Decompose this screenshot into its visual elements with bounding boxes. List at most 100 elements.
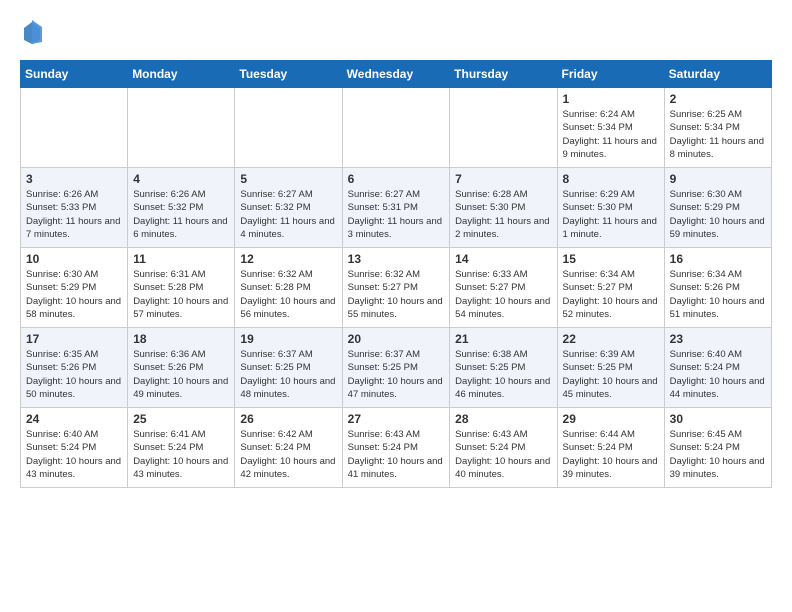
day-number: 3 <box>26 172 122 186</box>
col-header-thursday: Thursday <box>450 61 557 88</box>
calendar-cell <box>235 88 342 168</box>
day-detail: Sunrise: 6:33 AM Sunset: 5:27 PM Dayligh… <box>455 268 551 321</box>
day-number: 1 <box>563 92 659 106</box>
calendar-cell: 1 Sunrise: 6:24 AM Sunset: 5:34 PM Daylig… <box>557 88 664 168</box>
day-number: 6 <box>348 172 445 186</box>
day-detail: Sunrise: 6:32 AM Sunset: 5:27 PM Dayligh… <box>348 268 445 321</box>
col-header-tuesday: Tuesday <box>235 61 342 88</box>
day-detail: Sunrise: 6:36 AM Sunset: 5:26 PM Dayligh… <box>133 348 229 401</box>
calendar-cell: 16 Sunrise: 6:34 AM Sunset: 5:26 PM Dayli… <box>664 248 771 328</box>
day-detail: Sunrise: 6:37 AM Sunset: 5:25 PM Dayligh… <box>240 348 336 401</box>
day-number: 29 <box>563 412 659 426</box>
day-number: 16 <box>670 252 766 266</box>
calendar-week-row: 1 Sunrise: 6:24 AM Sunset: 5:34 PM Daylig… <box>21 88 772 168</box>
calendar-cell: 7 Sunrise: 6:28 AM Sunset: 5:30 PM Daylig… <box>450 168 557 248</box>
day-detail: Sunrise: 6:39 AM Sunset: 5:25 PM Dayligh… <box>563 348 659 401</box>
day-detail: Sunrise: 6:40 AM Sunset: 5:24 PM Dayligh… <box>26 428 122 481</box>
day-number: 13 <box>348 252 445 266</box>
col-header-friday: Friday <box>557 61 664 88</box>
day-number: 7 <box>455 172 551 186</box>
day-number: 9 <box>670 172 766 186</box>
calendar-cell: 15 Sunrise: 6:34 AM Sunset: 5:27 PM Dayli… <box>557 248 664 328</box>
day-detail: Sunrise: 6:45 AM Sunset: 5:24 PM Dayligh… <box>670 428 766 481</box>
calendar-cell: 9 Sunrise: 6:30 AM Sunset: 5:29 PM Daylig… <box>664 168 771 248</box>
day-number: 30 <box>670 412 766 426</box>
day-detail: Sunrise: 6:27 AM Sunset: 5:31 PM Dayligh… <box>348 188 445 241</box>
day-detail: Sunrise: 6:35 AM Sunset: 5:26 PM Dayligh… <box>26 348 122 401</box>
day-number: 20 <box>348 332 445 346</box>
day-detail: Sunrise: 6:26 AM Sunset: 5:33 PM Dayligh… <box>26 188 122 241</box>
day-detail: Sunrise: 6:42 AM Sunset: 5:24 PM Dayligh… <box>240 428 336 481</box>
day-detail: Sunrise: 6:26 AM Sunset: 5:32 PM Dayligh… <box>133 188 229 241</box>
day-detail: Sunrise: 6:43 AM Sunset: 5:24 PM Dayligh… <box>455 428 551 481</box>
day-detail: Sunrise: 6:25 AM Sunset: 5:34 PM Dayligh… <box>670 108 766 161</box>
calendar-cell: 5 Sunrise: 6:27 AM Sunset: 5:32 PM Daylig… <box>235 168 342 248</box>
day-number: 10 <box>26 252 122 266</box>
day-number: 17 <box>26 332 122 346</box>
calendar-cell: 3 Sunrise: 6:26 AM Sunset: 5:33 PM Daylig… <box>21 168 128 248</box>
calendar-cell: 10 Sunrise: 6:30 AM Sunset: 5:29 PM Dayli… <box>21 248 128 328</box>
day-detail: Sunrise: 6:32 AM Sunset: 5:28 PM Dayligh… <box>240 268 336 321</box>
day-detail: Sunrise: 6:41 AM Sunset: 5:24 PM Dayligh… <box>133 428 229 481</box>
day-number: 18 <box>133 332 229 346</box>
calendar-cell: 25 Sunrise: 6:41 AM Sunset: 5:24 PM Dayli… <box>128 408 235 488</box>
day-detail: Sunrise: 6:29 AM Sunset: 5:30 PM Dayligh… <box>563 188 659 241</box>
calendar-header-row: SundayMondayTuesdayWednesdayThursdayFrid… <box>21 61 772 88</box>
col-header-saturday: Saturday <box>664 61 771 88</box>
calendar-cell: 14 Sunrise: 6:33 AM Sunset: 5:27 PM Dayli… <box>450 248 557 328</box>
calendar-cell: 11 Sunrise: 6:31 AM Sunset: 5:28 PM Dayli… <box>128 248 235 328</box>
day-number: 19 <box>240 332 336 346</box>
calendar-cell: 8 Sunrise: 6:29 AM Sunset: 5:30 PM Daylig… <box>557 168 664 248</box>
calendar-cell: 21Sunrise: 6:38 AM Sunset: 5:25 PM Dayli… <box>450 328 557 408</box>
day-number: 15 <box>563 252 659 266</box>
day-number: 2 <box>670 92 766 106</box>
day-number: 8 <box>563 172 659 186</box>
day-detail: Sunrise: 6:27 AM Sunset: 5:32 PM Dayligh… <box>240 188 336 241</box>
day-number: 4 <box>133 172 229 186</box>
calendar-cell: 27 Sunrise: 6:43 AM Sunset: 5:24 PM Dayli… <box>342 408 450 488</box>
calendar-cell: 17 Sunrise: 6:35 AM Sunset: 5:26 PM Dayli… <box>21 328 128 408</box>
day-number: 27 <box>348 412 445 426</box>
calendar-cell: 26 Sunrise: 6:42 AM Sunset: 5:24 PM Dayli… <box>235 408 342 488</box>
calendar-cell: 6 Sunrise: 6:27 AM Sunset: 5:31 PM Daylig… <box>342 168 450 248</box>
day-number: 26 <box>240 412 336 426</box>
day-number: 11 <box>133 252 229 266</box>
day-detail: Sunrise: 6:34 AM Sunset: 5:26 PM Dayligh… <box>670 268 766 321</box>
day-number: 12 <box>240 252 336 266</box>
day-detail: Sunrise: 6:30 AM Sunset: 5:29 PM Dayligh… <box>670 188 766 241</box>
day-detail: Sunrise: 6:43 AM Sunset: 5:24 PM Dayligh… <box>348 428 445 481</box>
day-detail: Sunrise: 6:40 AM Sunset: 5:24 PM Dayligh… <box>670 348 766 401</box>
calendar-cell: 23Sunrise: 6:40 AM Sunset: 5:24 PM Dayli… <box>664 328 771 408</box>
calendar-cell: 30 Sunrise: 6:45 AM Sunset: 5:24 PM Dayli… <box>664 408 771 488</box>
col-header-wednesday: Wednesday <box>342 61 450 88</box>
day-detail: Sunrise: 6:24 AM Sunset: 5:34 PM Dayligh… <box>563 108 659 161</box>
day-detail: Sunrise: 6:34 AM Sunset: 5:27 PM Dayligh… <box>563 268 659 321</box>
day-number: 5 <box>240 172 336 186</box>
day-detail: Sunrise: 6:28 AM Sunset: 5:30 PM Dayligh… <box>455 188 551 241</box>
day-detail: Sunrise: 6:31 AM Sunset: 5:28 PM Dayligh… <box>133 268 229 321</box>
logo <box>20 20 44 44</box>
calendar-cell: 4 Sunrise: 6:26 AM Sunset: 5:32 PM Daylig… <box>128 168 235 248</box>
calendar-week-row: 3 Sunrise: 6:26 AM Sunset: 5:33 PM Daylig… <box>21 168 772 248</box>
day-detail: Sunrise: 6:30 AM Sunset: 5:29 PM Dayligh… <box>26 268 122 321</box>
calendar-cell: 24 Sunrise: 6:40 AM Sunset: 5:24 PM Dayli… <box>21 408 128 488</box>
calendar-week-row: 24 Sunrise: 6:40 AM Sunset: 5:24 PM Dayli… <box>21 408 772 488</box>
day-number: 14 <box>455 252 551 266</box>
day-number: 22 <box>563 332 659 346</box>
calendar-cell: 19 Sunrise: 6:37 AM Sunset: 5:25 PM Dayli… <box>235 328 342 408</box>
col-header-sunday: Sunday <box>21 61 128 88</box>
calendar-cell: 13 Sunrise: 6:32 AM Sunset: 5:27 PM Dayli… <box>342 248 450 328</box>
calendar-cell <box>342 88 450 168</box>
calendar-cell: 2 Sunrise: 6:25 AM Sunset: 5:34 PM Daylig… <box>664 88 771 168</box>
day-detail: Sunrise: 6:44 AM Sunset: 5:24 PM Dayligh… <box>563 428 659 481</box>
calendar-cell <box>450 88 557 168</box>
day-number: 21 <box>455 332 551 346</box>
calendar-week-row: 17 Sunrise: 6:35 AM Sunset: 5:26 PM Dayli… <box>21 328 772 408</box>
calendar-table: SundayMondayTuesdayWednesdayThursdayFrid… <box>20 60 772 488</box>
calendar-cell: 18 Sunrise: 6:36 AM Sunset: 5:26 PM Dayli… <box>128 328 235 408</box>
calendar-cell <box>21 88 128 168</box>
calendar-cell: 29 Sunrise: 6:44 AM Sunset: 5:24 PM Dayli… <box>557 408 664 488</box>
day-number: 25 <box>133 412 229 426</box>
calendar-cell: 22 Sunrise: 6:39 AM Sunset: 5:25 PM Dayli… <box>557 328 664 408</box>
day-number: 24 <box>26 412 122 426</box>
